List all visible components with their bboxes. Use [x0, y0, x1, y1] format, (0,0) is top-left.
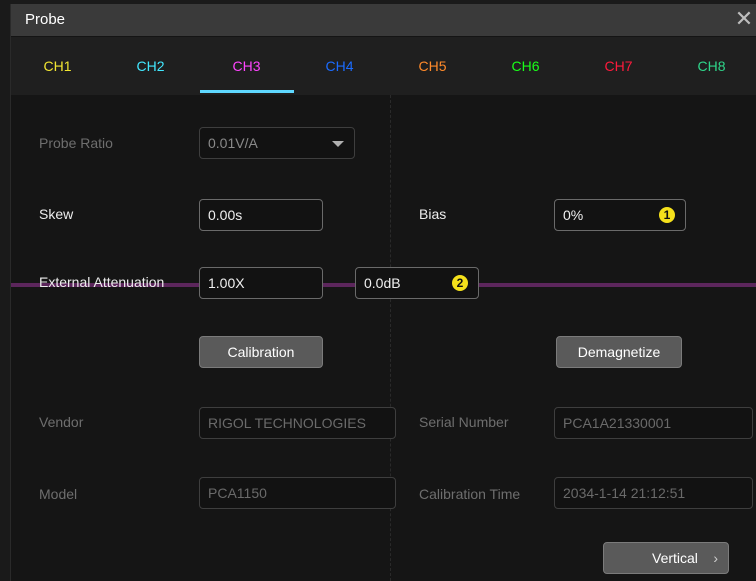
vendor-label: Vendor	[39, 414, 84, 430]
bias-badge-icon: 1	[659, 207, 675, 223]
probe-ratio-label: Probe Ratio	[39, 135, 113, 151]
vertical-button-label: Vertical	[652, 550, 698, 566]
calibration-time-field: 2034-1-14 21:12:51	[554, 477, 753, 509]
dialog-title: Probe	[25, 11, 66, 28]
serial-number-label: Serial Number	[419, 414, 509, 430]
probe-dialog: Probe ✕ CH1 CH2 CH3 CH4 CH5 CH6 CH7 CH8 …	[10, 4, 756, 581]
external-attenuation-label: External Attenuation	[39, 274, 165, 290]
tab-ch5[interactable]: CH5	[386, 37, 479, 95]
attenuation-badge-icon: 2	[452, 275, 468, 291]
vendor-value: RIGOL TECHNOLOGIES	[208, 415, 366, 431]
tab-ch4[interactable]: CH4	[293, 37, 386, 95]
model-field: PCA1150	[199, 477, 396, 509]
model-value: PCA1150	[208, 485, 267, 501]
skew-label: Skew	[39, 206, 74, 222]
demagnetize-button[interactable]: Demagnetize	[556, 336, 682, 368]
external-attenuation-value: 1.00X	[208, 275, 245, 291]
serial-number-field: PCA1A21330001	[554, 407, 753, 439]
skew-input[interactable]: 0.00s	[199, 199, 323, 231]
serial-number-value: PCA1A21330001	[563, 415, 672, 431]
probe-ratio-value: 0.01V/A	[208, 135, 258, 151]
chevron-right-icon: ›	[713, 550, 718, 566]
tab-ch6[interactable]: CH6	[479, 37, 572, 95]
external-attenuation-db-value: 0.0dB	[364, 275, 401, 291]
tab-ch1[interactable]: CH1	[11, 37, 104, 95]
calibration-time-value: 2034-1-14 21:12:51	[563, 485, 686, 501]
title-bar: Probe ✕	[11, 4, 756, 36]
tab-ch3[interactable]: CH3	[200, 37, 293, 95]
bias-label: Bias	[419, 206, 447, 222]
active-tab-indicator	[200, 90, 294, 93]
probe-settings-panel: Probe Ratio 0.01V/A Skew 0.00s Bias 0% 1…	[11, 95, 756, 581]
close-icon[interactable]: ✕	[731, 6, 756, 32]
skew-value: 0.00s	[208, 207, 243, 223]
channel-tabs: CH1 CH2 CH3 CH4 CH5 CH6 CH7 CH8	[11, 37, 756, 95]
bias-value: 0%	[563, 207, 584, 223]
calibration-button[interactable]: Calibration	[199, 336, 323, 368]
model-label: Model	[39, 486, 78, 502]
vertical-button[interactable]: Vertical ›	[603, 542, 729, 574]
tab-ch2[interactable]: CH2	[104, 37, 197, 95]
bias-input[interactable]: 0% 1	[554, 199, 686, 231]
dropdown-arrow-icon	[332, 141, 344, 147]
vendor-field: RIGOL TECHNOLOGIES	[199, 407, 396, 439]
external-attenuation-db-input[interactable]: 0.0dB 2	[355, 267, 479, 299]
calibration-time-label: Calibration Time	[419, 486, 521, 502]
probe-ratio-dropdown[interactable]: 0.01V/A	[199, 127, 355, 159]
external-attenuation-input[interactable]: 1.00X	[199, 267, 323, 299]
tab-ch8[interactable]: CH8	[665, 37, 756, 95]
tab-ch7[interactable]: CH7	[572, 37, 665, 95]
